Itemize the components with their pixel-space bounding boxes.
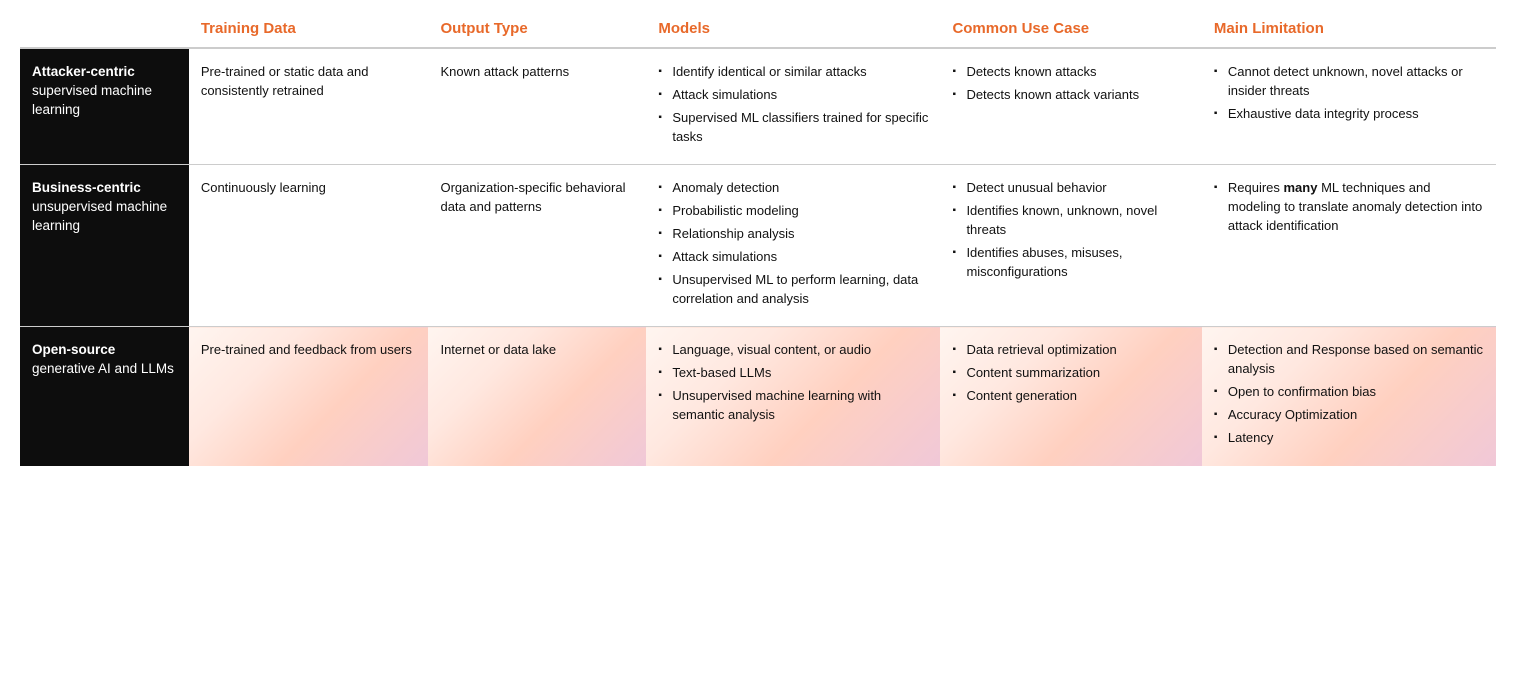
list-item: Unsupervised machine learning with seman…	[658, 387, 928, 425]
list-item: Supervised ML classifiers trained for sp…	[658, 109, 928, 147]
table-row-business-centric: Business-centricunsupervised machine lea…	[20, 165, 1496, 327]
cell-limitation-attacker-centric: Cannot detect unknown, novel attacks or …	[1202, 48, 1496, 165]
cell-models-attacker-centric: Identify identical or similar attacks Att…	[646, 48, 940, 165]
row-header-business-centric: Business-centricunsupervised machine lea…	[20, 165, 189, 327]
list-item: Detection and Response based on semantic…	[1214, 341, 1484, 379]
cell-use-case-open-source: Data retrieval optimization Content summa…	[940, 327, 1201, 466]
header-output: Output Type	[428, 10, 646, 48]
cell-output-business-centric: Organization-specific behavioral data an…	[428, 165, 646, 327]
list-item: Cannot detect unknown, novel attacks or …	[1214, 63, 1484, 101]
cell-output-open-source: Internet or data lake	[428, 327, 646, 466]
cell-output-attacker-centric: Known attack patterns	[428, 48, 646, 165]
list-item: Accuracy Optimization	[1214, 406, 1484, 425]
header-row: Training Data Output Type Models Common …	[20, 10, 1496, 48]
list-item: Language, visual content, or audio	[658, 341, 928, 360]
list-item: Probabilistic modeling	[658, 202, 928, 221]
cell-training-attacker-centric: Pre-trained or static data and consisten…	[189, 48, 429, 165]
list-item: Attack simulations	[658, 86, 928, 105]
list-item: Relationship analysis	[658, 225, 928, 244]
list-item: Detects known attacks	[952, 63, 1189, 82]
cell-use-case-business-centric: Detect unusual behavior Identifies known,…	[940, 165, 1201, 327]
header-limitation: Main Limitation	[1202, 10, 1496, 48]
header-models: Models	[646, 10, 940, 48]
header-use-case: Common Use Case	[940, 10, 1201, 48]
table-row-open-source: Open-sourcegenerative AI and LLMsPre-tra…	[20, 327, 1496, 466]
table-row-attacker-centric: Attacker-centricsupervised machine learn…	[20, 48, 1496, 165]
list-item: Requires many ML techniques and modeling…	[1214, 179, 1484, 236]
list-item: Open to confirmation bias	[1214, 383, 1484, 402]
list-item: Identify identical or similar attacks	[658, 63, 928, 82]
cell-limitation-business-centric: Requires many ML techniques and modeling…	[1202, 165, 1496, 327]
list-item: Identifies abuses, misuses, misconfigura…	[952, 244, 1189, 282]
list-item: Detect unusual behavior	[952, 179, 1189, 198]
cell-training-open-source: Pre-trained and feedback from users	[189, 327, 429, 466]
list-item: Detects known attack variants	[952, 86, 1189, 105]
header-col0	[20, 10, 189, 48]
list-item: Attack simulations	[658, 248, 928, 267]
list-item: Exhaustive data integrity process	[1214, 105, 1484, 124]
row-header-attacker-centric: Attacker-centricsupervised machine learn…	[20, 48, 189, 165]
cell-models-business-centric: Anomaly detection Probabilistic modeling R…	[646, 165, 940, 327]
list-item: Anomaly detection	[658, 179, 928, 198]
list-item: Text-based LLMs	[658, 364, 928, 383]
header-training: Training Data	[189, 10, 429, 48]
list-item: Latency	[1214, 429, 1484, 448]
list-item: Content summarization	[952, 364, 1189, 383]
cell-training-business-centric: Continuously learning	[189, 165, 429, 327]
cell-limitation-open-source: Detection and Response based on semantic…	[1202, 327, 1496, 466]
table-container: Training Data Output Type Models Common …	[0, 0, 1516, 486]
list-item: Unsupervised ML to perform learning, dat…	[658, 271, 928, 309]
comparison-table: Training Data Output Type Models Common …	[20, 10, 1496, 466]
list-item: Data retrieval optimization	[952, 341, 1189, 360]
cell-models-open-source: Language, visual content, or audio Text-b…	[646, 327, 940, 466]
row-header-open-source: Open-sourcegenerative AI and LLMs	[20, 327, 189, 466]
cell-use-case-attacker-centric: Detects known attacks Detects known attac…	[940, 48, 1201, 165]
list-item: Identifies known, unknown, novel threats	[952, 202, 1189, 240]
list-item: Content generation	[952, 387, 1189, 406]
